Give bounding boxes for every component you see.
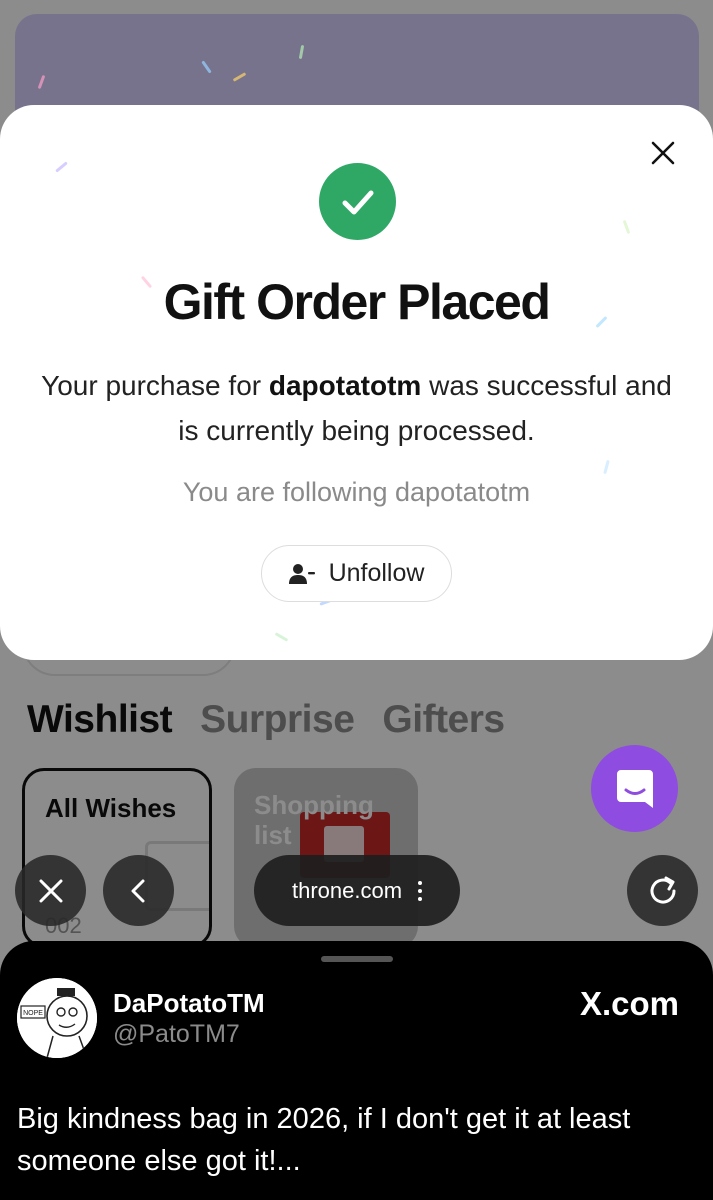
tweet-text: Big kindness bag in 2026, if I don't get… (17, 1103, 631, 1177)
chat-button[interactable] (591, 745, 678, 832)
gift-order-modal: Gift Order Placed Your purchase for dapo… (0, 105, 713, 660)
browser-close-button[interactable] (15, 855, 86, 926)
user-minus-icon (288, 563, 315, 584)
close-icon (39, 879, 62, 902)
modal-close-button[interactable] (643, 133, 683, 173)
close-icon (651, 141, 675, 165)
tweet-panel[interactable]: NOPE DaPotatoTM @PatoTM7 X.com Big kindn… (0, 941, 713, 1200)
tweet-display-name[interactable]: DaPotatoTM (113, 988, 265, 1019)
modal-message: Your purchase for dapotatotm was success… (40, 363, 673, 453)
reload-icon (650, 876, 676, 904)
browser-back-button[interactable] (103, 855, 174, 926)
message-prefix: Your purchase for (41, 370, 269, 401)
url-bar[interactable]: throne.com (254, 855, 460, 926)
confetti-piece (55, 161, 68, 173)
x-source-text: X.com (579, 985, 679, 1022)
drag-handle[interactable] (321, 956, 393, 962)
tweet-username[interactable]: @PatoTM7 (113, 1020, 240, 1049)
modal-title: Gift Order Placed (163, 274, 551, 330)
unfollow-label: Unfollow (328, 559, 425, 587)
more-vertical-icon[interactable] (418, 880, 423, 901)
confetti-piece (622, 219, 631, 235)
reload-button[interactable] (627, 855, 698, 926)
x-logo-link[interactable]: X.com (580, 985, 679, 1023)
avatar-sign-text: NOPE (23, 1010, 43, 1017)
follow-status: You are following dapotatotm (182, 477, 531, 507)
chevron-left-icon (131, 879, 144, 902)
confetti-piece (603, 459, 610, 475)
url-text: throne.com (291, 877, 403, 903)
avatar[interactable]: NOPE (17, 978, 97, 1058)
confetti-piece (274, 632, 289, 642)
unfollow-button[interactable]: Unfollow (261, 545, 452, 602)
check-circle-icon (319, 163, 396, 240)
chat-icon (616, 769, 653, 808)
message-username: dapotatotm (268, 370, 422, 401)
